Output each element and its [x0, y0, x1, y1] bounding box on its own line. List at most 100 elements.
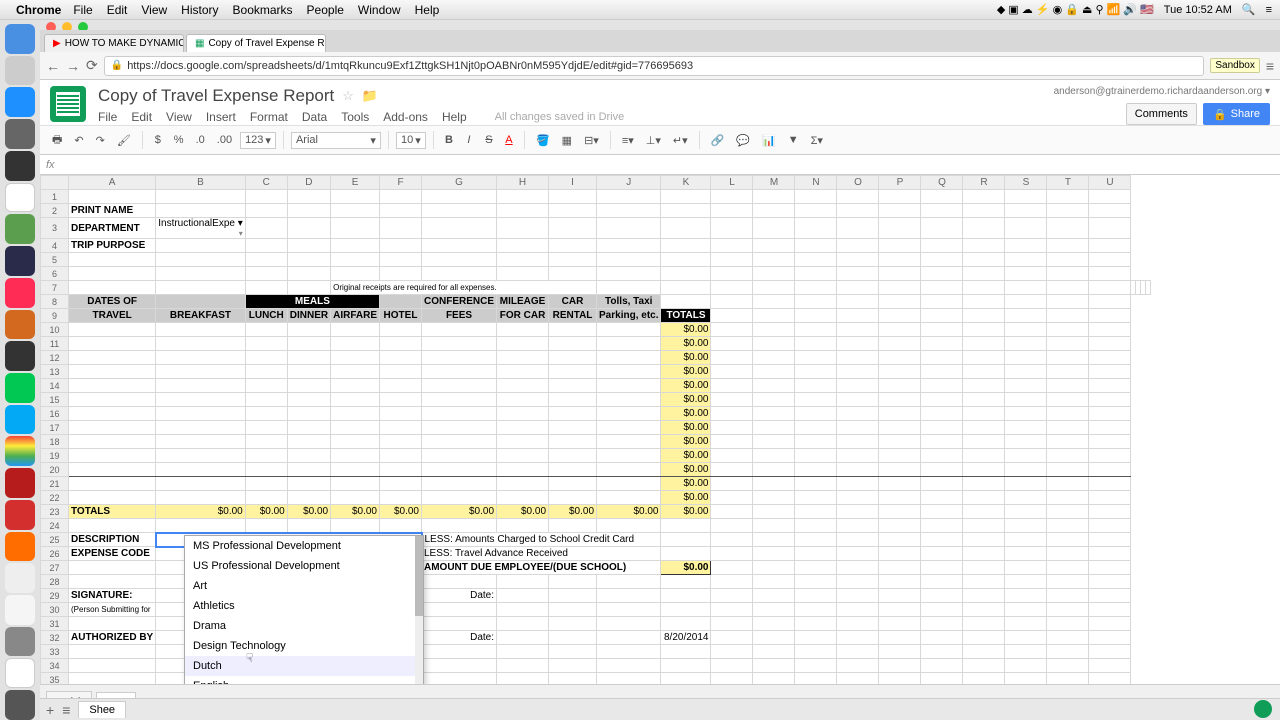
cell[interactable] [69, 617, 156, 631]
row-header[interactable]: 15 [41, 393, 69, 407]
cell[interactable] [597, 407, 661, 421]
cell[interactable] [549, 337, 597, 351]
cell[interactable] [156, 365, 246, 379]
cell[interactable] [549, 379, 597, 393]
cell[interactable] [245, 323, 287, 337]
dropdown-option[interactable]: Dutch [185, 656, 423, 676]
cell[interactable]: TOTALS [69, 505, 156, 519]
cell[interactable] [1047, 253, 1089, 267]
cell[interactable] [287, 351, 330, 365]
cell[interactable] [1047, 617, 1089, 631]
cell[interactable] [1089, 673, 1131, 685]
cell[interactable] [422, 407, 497, 421]
cell[interactable] [156, 519, 246, 533]
cell[interactable] [156, 323, 246, 337]
row-header[interactable]: 21 [41, 477, 69, 491]
cell[interactable] [497, 239, 549, 253]
cell[interactable]: Date: [422, 631, 497, 645]
cell[interactable] [1089, 204, 1131, 218]
notification-icon[interactable]: ≡ [1266, 4, 1272, 16]
dock-launchpad[interactable] [5, 563, 35, 593]
row-header[interactable]: 33 [41, 645, 69, 659]
cell[interactable] [921, 673, 963, 685]
cell[interactable]: CAR [549, 295, 597, 309]
cell[interactable] [795, 617, 837, 631]
cell[interactable] [1047, 603, 1089, 617]
dropdown-option[interactable]: English [185, 676, 423, 684]
cell[interactable] [422, 519, 497, 533]
cell[interactable] [1005, 617, 1047, 631]
cell[interactable] [1005, 519, 1047, 533]
row-header[interactable]: 23 [41, 505, 69, 519]
row-header[interactable]: 34 [41, 659, 69, 673]
text-color-icon[interactable]: A [501, 132, 517, 148]
dropdown-option[interactable]: Drama [185, 616, 423, 636]
cell[interactable] [837, 218, 879, 239]
cell[interactable] [879, 645, 921, 659]
cell[interactable]: DEPARTMENT [69, 218, 156, 239]
cell[interactable] [156, 407, 246, 421]
cell[interactable] [69, 463, 156, 477]
dropdown-scrollbar[interactable] [415, 536, 423, 684]
cell[interactable] [331, 491, 380, 505]
cell[interactable] [753, 190, 795, 204]
cell[interactable] [1047, 239, 1089, 253]
cell[interactable] [879, 218, 921, 239]
cell[interactable] [753, 218, 795, 239]
cell[interactable]: SIGNATURE: [69, 589, 156, 603]
print-icon[interactable]: 🖶 [48, 129, 66, 152]
cell[interactable] [245, 281, 287, 295]
cell[interactable] [497, 477, 549, 491]
cell[interactable] [1047, 281, 1089, 295]
cell[interactable] [549, 435, 597, 449]
cell[interactable] [1089, 253, 1131, 267]
row-header[interactable]: 9 [41, 309, 69, 323]
cell[interactable] [497, 323, 549, 337]
row-header[interactable]: 25 [41, 533, 69, 547]
cell[interactable] [879, 239, 921, 253]
cell[interactable] [497, 253, 549, 267]
mac-menu-edit[interactable]: Edit [107, 3, 128, 17]
cell[interactable] [661, 617, 711, 631]
cell[interactable] [597, 617, 661, 631]
cell[interactable] [661, 659, 711, 673]
row-header[interactable]: 27 [41, 561, 69, 575]
cell[interactable] [879, 204, 921, 218]
cell[interactable] [156, 253, 246, 267]
cell[interactable] [156, 239, 246, 253]
cell[interactable]: $0.00 [661, 393, 711, 407]
cell[interactable] [422, 477, 497, 491]
cell[interactable] [287, 435, 330, 449]
cell[interactable] [597, 337, 661, 351]
cell[interactable] [711, 519, 753, 533]
row-header[interactable]: 32 [41, 631, 69, 645]
cell[interactable]: $0.00 [287, 505, 330, 519]
cell[interactable]: LUNCH [245, 309, 287, 323]
cell[interactable] [879, 575, 921, 589]
cell[interactable] [422, 351, 497, 365]
dock-premiere[interactable] [5, 246, 35, 276]
dock-chrome[interactable] [5, 436, 35, 466]
cell[interactable] [245, 204, 287, 218]
cell[interactable] [422, 337, 497, 351]
app-name[interactable]: Chrome [16, 3, 61, 17]
cell[interactable] [1005, 673, 1047, 685]
cell[interactable] [837, 659, 879, 673]
cell[interactable] [497, 435, 549, 449]
dock-app[interactable] [5, 595, 35, 625]
cell[interactable] [1047, 673, 1089, 685]
row-header[interactable]: 2 [41, 204, 69, 218]
cell[interactable] [331, 393, 380, 407]
cell[interactable]: $0.00 [661, 365, 711, 379]
cell[interactable]: $0.00 [661, 407, 711, 421]
cell[interactable] [245, 365, 287, 379]
cell[interactable] [597, 575, 661, 589]
cell[interactable] [879, 617, 921, 631]
menu-edit[interactable]: Edit [131, 110, 152, 124]
cell[interactable] [1047, 204, 1089, 218]
menu-file[interactable]: File [98, 110, 117, 124]
cell[interactable] [1089, 190, 1131, 204]
cell[interactable] [69, 575, 156, 589]
cell[interactable] [1089, 603, 1131, 617]
cell[interactable] [921, 659, 963, 673]
